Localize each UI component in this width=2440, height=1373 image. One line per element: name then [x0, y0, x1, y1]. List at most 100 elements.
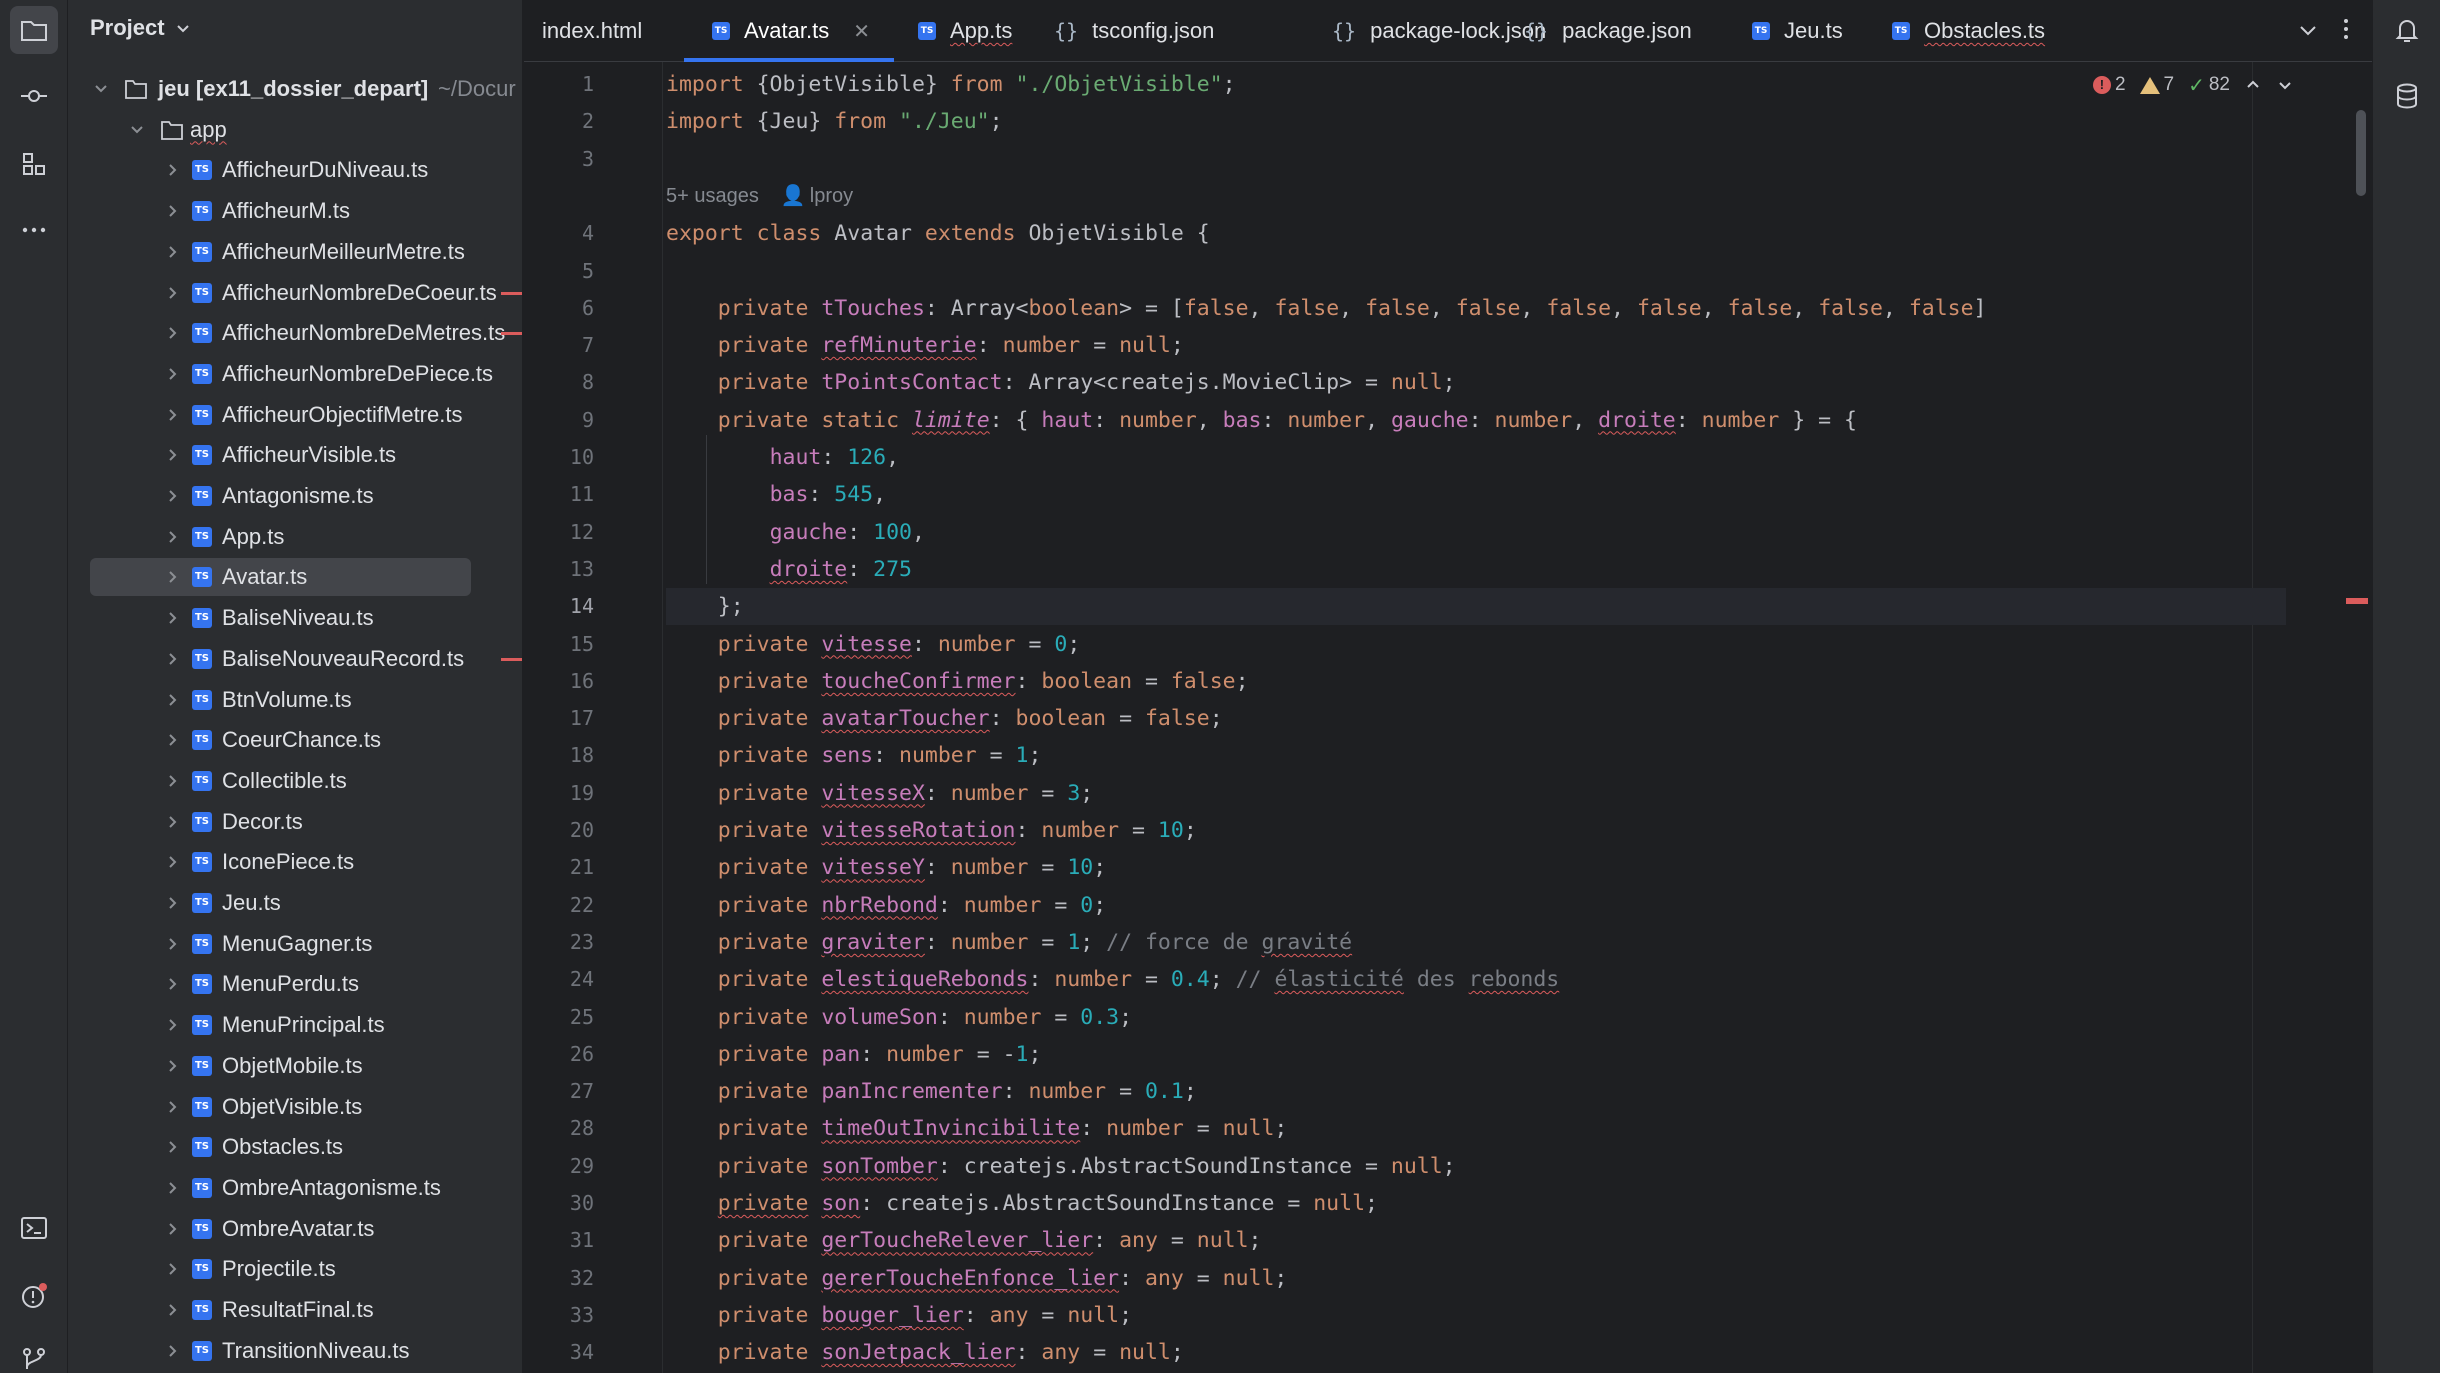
tree-file-row[interactable]: TS AfficheurNombreDePiece.ts — [68, 355, 522, 393]
tree-file-row[interactable]: TS Projectile.ts — [68, 1250, 522, 1288]
code-line[interactable]: private nbrRebond: number = 0; — [666, 887, 1106, 924]
tree-file-row[interactable]: TS AfficheurNombreDeMetres.ts — [68, 314, 522, 352]
chevron-right-icon[interactable] — [166, 204, 180, 218]
chevron-right-icon[interactable] — [166, 326, 180, 340]
tree-file-row[interactable]: TS App.ts — [68, 518, 522, 556]
chevron-right-icon[interactable] — [166, 1262, 180, 1276]
tree-file-row[interactable]: TS IconePiece.ts — [68, 843, 522, 881]
code-line[interactable]: private sonTomber: createjs.AbstractSoun… — [666, 1148, 1456, 1185]
commit-icon[interactable] — [10, 72, 58, 120]
chevron-right-icon[interactable] — [166, 1100, 180, 1114]
chevron-down-icon[interactable] — [94, 82, 108, 96]
tree-file-row[interactable]: TS ResultatFinal.ts — [68, 1291, 522, 1329]
chevron-right-icon[interactable] — [166, 937, 180, 951]
chevron-right-icon[interactable] — [166, 774, 180, 788]
tree-file-row[interactable]: TS BtnVolume.ts — [68, 681, 522, 719]
error-count[interactable]: ! 2 — [2092, 74, 2126, 96]
chevron-right-icon[interactable] — [166, 1059, 180, 1073]
tab-obstacles-ts[interactable]: TS Obstacles.ts — [1892, 0, 2045, 62]
tree-file-row[interactable]: TS CoeurChance.ts — [68, 721, 522, 759]
code-editor[interactable]: import {ObjetVisible} from "./ObjetVisib… — [666, 62, 2372, 1373]
chevron-right-icon[interactable] — [166, 1303, 180, 1317]
code-line[interactable]: import {ObjetVisible} from "./ObjetVisib… — [666, 66, 1236, 103]
chevron-right-icon[interactable] — [166, 1018, 180, 1032]
tree-file-row[interactable]: TS AfficheurDuNiveau.ts — [68, 151, 522, 189]
inspection-widget[interactable]: ! 2 7 ✓ 82 — [2092, 70, 2294, 100]
code-line[interactable]: private tTouches: Array<boolean> = [fals… — [666, 290, 1987, 327]
tab-package-lock-json[interactable]: {} package-lock.json — [1332, 0, 1546, 62]
tree-file-row[interactable]: TS AfficheurVisible.ts — [68, 436, 522, 474]
chevron-right-icon[interactable] — [166, 733, 180, 747]
tree-root-row[interactable]: jeu [ex11_dossier_depart] ~/Docur — [68, 70, 522, 108]
code-line[interactable]: private sens: number = 1; — [666, 737, 1042, 774]
tree-file-row[interactable]: TS BaliseNiveau.ts — [68, 599, 522, 637]
code-line[interactable]: private vitesseRotation: number = 10; — [666, 812, 1197, 849]
tree-file-row[interactable]: TS AfficheurNombreDeCoeur.ts — [68, 274, 522, 312]
close-tab-icon[interactable]: ✕ — [853, 19, 870, 44]
tree-file-row[interactable]: TS MenuPrincipal.ts — [68, 1006, 522, 1044]
chevron-right-icon[interactable] — [166, 652, 180, 666]
chevron-right-icon[interactable] — [166, 693, 180, 707]
code-line[interactable]: private vitesse: number = 0; — [666, 626, 1080, 663]
chevron-right-icon[interactable] — [166, 977, 180, 991]
code-line[interactable]: private static limite: { haut: number, b… — [666, 402, 1857, 439]
code-line[interactable]: import {Jeu} from "./Jeu"; — [666, 103, 1003, 140]
tab-avatar-ts[interactable]: TS Avatar.ts ✕ — [684, 0, 894, 62]
code-line[interactable]: private sonJetpack_lier: any = null; — [666, 1334, 1184, 1371]
tree-file-row[interactable]: TS MenuPerdu.ts — [68, 965, 522, 1003]
code-line[interactable]: private volumeSon: number = 0.3; — [666, 999, 1132, 1036]
code-line[interactable]: haut: 126, — [666, 439, 899, 476]
code-line[interactable]: gauche: 100, — [666, 514, 925, 551]
tab-index-html[interactable]: index.html — [542, 0, 642, 62]
code-line[interactable]: private vitesseY: number = 10; — [666, 849, 1106, 886]
tree-file-row[interactable]: TS TransitionNiveau.ts — [68, 1332, 522, 1370]
vertical-scrollbar[interactable] — [2356, 110, 2366, 196]
code-line[interactable]: private timeOutInvincibilite: number = n… — [666, 1110, 1288, 1147]
chevron-right-icon[interactable] — [166, 530, 180, 544]
chevron-right-icon[interactable] — [166, 245, 180, 259]
git-branch-icon[interactable] — [10, 1336, 58, 1373]
code-line[interactable]: private toucheConfirmer: boolean = false… — [666, 663, 1249, 700]
structure-icon[interactable] — [10, 140, 58, 188]
code-line[interactable]: private tPointsContact: Array<createjs.M… — [666, 364, 1456, 401]
tree-file-row[interactable]: TS Antagonisme.ts — [68, 477, 522, 515]
chevron-right-icon[interactable] — [166, 815, 180, 829]
tree-file-row[interactable]: TS Obstacles.ts — [68, 1128, 522, 1166]
chevron-right-icon[interactable] — [166, 448, 180, 462]
database-icon[interactable] — [2383, 72, 2431, 120]
chevron-right-icon[interactable] — [166, 286, 180, 300]
code-line[interactable]: bas: 545, — [666, 476, 887, 513]
tree-file-row[interactable]: TS Collectible.ts — [68, 762, 522, 800]
code-line[interactable]: private son: createjs.AbstractSoundInsta… — [666, 1185, 1378, 1222]
usages-inlay-hint[interactable]: 5+ usages 👤 lproy — [666, 178, 853, 215]
tab-jeu-ts[interactable]: TS Jeu.ts — [1752, 0, 1843, 62]
chevron-right-icon[interactable] — [166, 408, 180, 422]
tree-file-row[interactable]: TS OmbreAvatar.ts — [68, 1210, 522, 1248]
chevron-right-icon[interactable] — [166, 1344, 180, 1358]
project-folder-icon[interactable] — [10, 6, 58, 54]
code-line[interactable]: }; — [666, 588, 2286, 626]
warning-count[interactable]: 7 — [2139, 74, 2174, 96]
chevron-up-icon[interactable] — [2244, 76, 2262, 94]
tree-file-row[interactable]: TS OmbreAntagonisme.ts — [68, 1169, 522, 1207]
chevron-right-icon[interactable] — [166, 855, 180, 869]
project-panel-title[interactable]: Project — [90, 0, 191, 56]
chevron-down-icon[interactable] — [2294, 16, 2322, 44]
more-vertical-icon[interactable] — [2334, 14, 2358, 44]
chevron-down-icon[interactable] — [130, 123, 144, 137]
code-line[interactable]: private gererToucheEnfonce_lier: any = n… — [666, 1260, 1288, 1297]
chevron-right-icon[interactable] — [166, 367, 180, 381]
notifications-bell-icon[interactable] — [2383, 6, 2431, 54]
ok-count[interactable]: ✓ 82 — [2188, 73, 2230, 98]
tree-file-row[interactable]: TS AfficheurM.ts — [68, 192, 522, 230]
problems-icon[interactable] — [10, 1272, 58, 1320]
chevron-right-icon[interactable] — [166, 489, 180, 503]
tree-file-row[interactable]: TS MenuGagner.ts — [68, 925, 522, 963]
chevron-right-icon[interactable] — [166, 1140, 180, 1154]
code-line[interactable]: private vitesseX: number = 3; — [666, 775, 1093, 812]
chevron-right-icon[interactable] — [166, 1222, 180, 1236]
code-line[interactable]: export class Avatar extends ObjetVisible… — [666, 215, 1210, 252]
tree-file-row[interactable]: TS Avatar.ts — [68, 558, 522, 597]
tree-file-row[interactable]: TS ObjetVisible.ts — [68, 1088, 522, 1126]
code-line[interactable]: private elestiqueRebonds: number = 0.4; … — [666, 961, 1559, 998]
